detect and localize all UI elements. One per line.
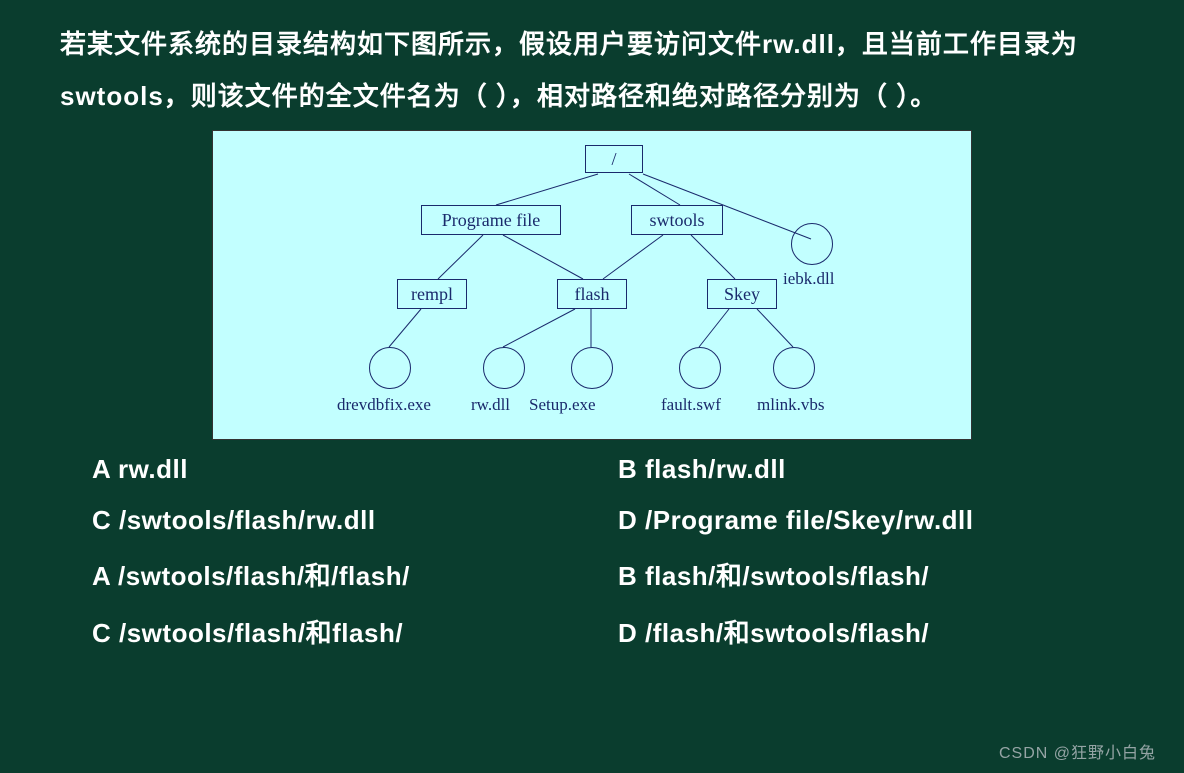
label-setup: Setup.exe (529, 395, 596, 415)
leaf-mlink (773, 347, 815, 389)
label-rwdll: rw.dll (471, 395, 510, 415)
option-q1-D: D /Programe file/Skey/rw.dll (618, 505, 1144, 536)
leaf-setup (571, 347, 613, 389)
option-q1-C: C /swtools/flash/rw.dll (92, 505, 618, 536)
option-q2-C: C /swtools/flash/和flash/ (92, 613, 618, 650)
option-q1-A: A rw.dll (92, 454, 618, 485)
node-programe-file: Programe file (421, 205, 561, 235)
label-drevdbfix: drevdbfix.exe (337, 395, 431, 415)
question-text: 若某文件系统的目录结构如下图所示，假设用户要访问文件rw.dll，且当前工作目录… (0, 0, 1184, 128)
option-q1-B: B flash/rw.dll (618, 454, 1144, 485)
node-root: / (585, 145, 643, 173)
leaf-drevdbfix (369, 347, 411, 389)
label-iebk: iebk.dll (783, 269, 834, 289)
option-q2-A: A /swtools/flash/和/flash/ (92, 556, 618, 593)
option-q2-B: B flash/和/swtools/flash/ (618, 556, 1144, 593)
answer-options: A rw.dll B flash/rw.dll C /swtools/flash… (0, 454, 1184, 650)
label-fault: fault.swf (661, 395, 721, 415)
leaf-fault (679, 347, 721, 389)
node-iebk-file (791, 223, 833, 265)
node-flash: flash (557, 279, 627, 309)
leaf-rwdll (483, 347, 525, 389)
directory-tree-diagram: / Programe file swtools iebk.dll rempl f… (212, 130, 972, 440)
node-rempl: rempl (397, 279, 467, 309)
watermark: CSDN @狂野小白兔 (999, 739, 1156, 763)
node-skey: Skey (707, 279, 777, 309)
label-mlink: mlink.vbs (757, 395, 825, 415)
option-q2-D: D /flash/和swtools/flash/ (618, 613, 1144, 650)
node-swtools: swtools (631, 205, 723, 235)
